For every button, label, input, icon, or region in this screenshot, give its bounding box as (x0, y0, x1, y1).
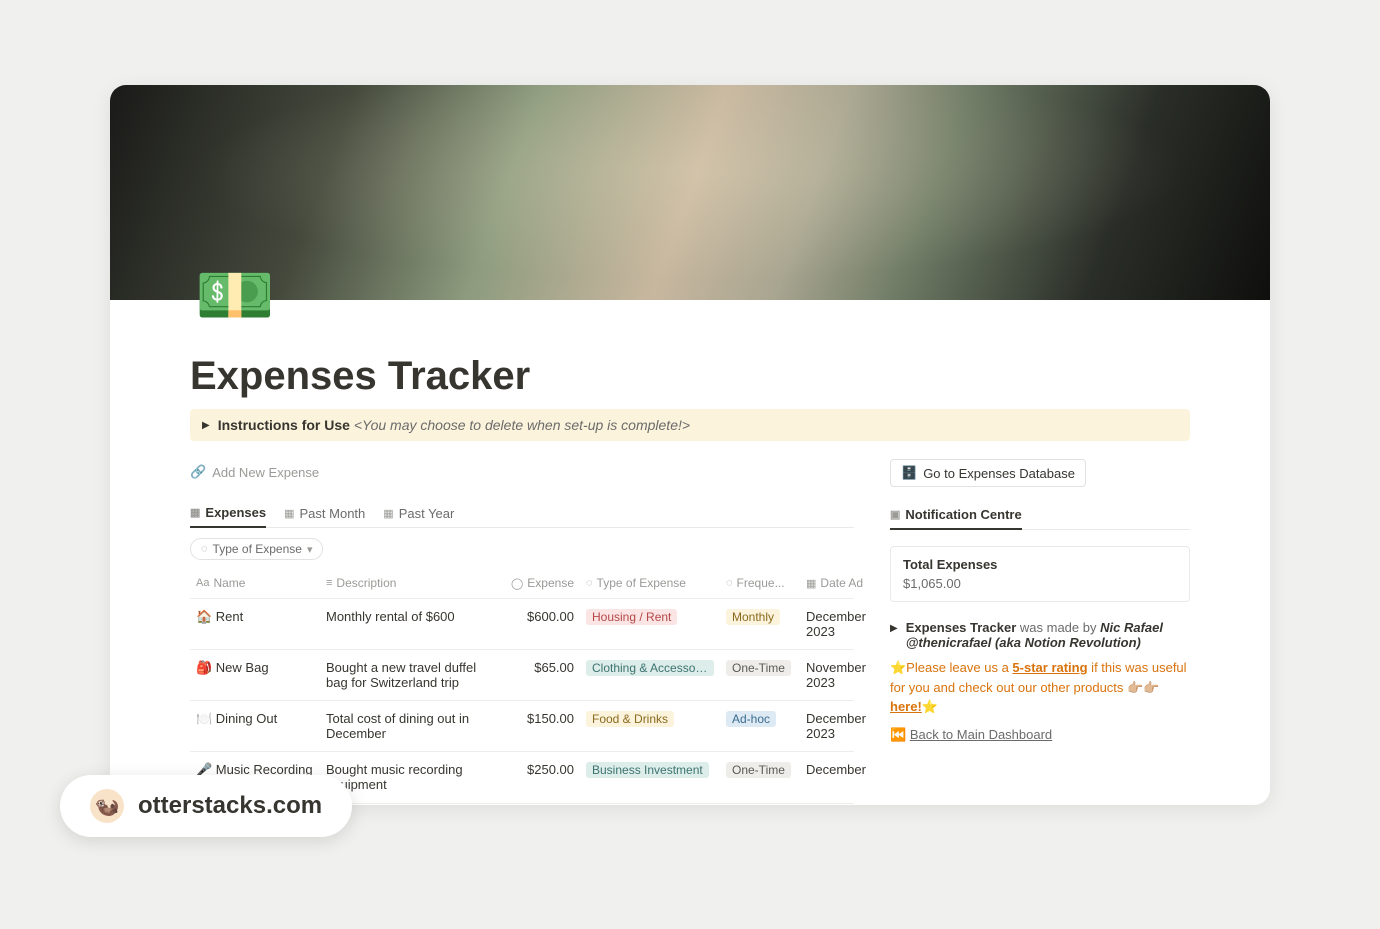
col-description[interactable]: ≡Description (320, 568, 500, 598)
cover-image: 💵 (110, 85, 1270, 300)
page-icon[interactable]: 💵 (190, 250, 280, 340)
cell-name: 🏠 Rent (190, 599, 320, 649)
cell-date: December (800, 752, 890, 803)
cell-type: Business Investment (580, 752, 720, 803)
tab-past-year[interactable]: ▦ Past Year (383, 499, 454, 527)
add-new-expense-label: Add New Expense (212, 465, 319, 480)
link-icon: 🔗 (190, 464, 206, 480)
total-value: $1,065.00 (903, 576, 1177, 591)
table-icon: ▦ (190, 506, 200, 519)
cell-frequency: One-Time (720, 650, 800, 700)
tab-past-month-label: Past Month (300, 506, 366, 521)
watermark-text: otterstacks.com (138, 792, 322, 820)
cell-expense: $65.00 (500, 650, 580, 700)
view-tabs: ▦ Expenses ▦ Past Month ▦ Past Year (190, 499, 854, 528)
board-icon: ▣ (890, 508, 900, 521)
cell-description: Bought a new travel duffel bag for Switz… (320, 650, 500, 700)
footer-sum: JM$1,065.00 (500, 804, 580, 805)
products-link[interactable]: here! (890, 699, 922, 714)
text-icon: Aa (196, 577, 209, 589)
back-link[interactable]: Back to Main Dashboard (910, 727, 1052, 742)
chevron-down-icon: ▾ (307, 543, 313, 556)
table-icon: ▦ (383, 507, 393, 520)
calendar-icon: ▦ (806, 577, 816, 590)
cell-description: Total cost of dining out in December (320, 701, 500, 751)
credit-text: Expenses Tracker was made by Nic Rafael … (906, 620, 1190, 650)
select-icon: ◌ (726, 577, 733, 589)
cell-name: 🎒 New Bag (190, 650, 320, 700)
cell-expense: $250.00 (500, 752, 580, 803)
callout-italic: <You may choose to delete when set-up is… (354, 417, 690, 433)
cell-type: Housing / Rent (580, 599, 720, 649)
filter-label: Type of Expense (213, 542, 302, 556)
cell-expense: $150.00 (500, 701, 580, 751)
go-to-database-button[interactable]: 🗄️ Go to Expenses Database (890, 459, 1086, 487)
col-type[interactable]: ◌Type of Expense (580, 568, 720, 598)
cell-expense: $600.00 (500, 599, 580, 649)
col-name[interactable]: AaName (190, 568, 320, 598)
database-icon: 🗄️ (901, 465, 917, 481)
col-frequency[interactable]: ◌Freque... (720, 568, 800, 598)
table-row[interactable]: 🏠 RentMonthly rental of $600$600.00Housi… (190, 599, 854, 650)
cell-date: December 2023 (800, 599, 890, 649)
watermark-badge[interactable]: 🦦 otterstacks.com (60, 775, 352, 837)
cell-date: November 2023 (800, 650, 890, 700)
add-new-expense-link[interactable]: 🔗 Add New Expense (190, 459, 319, 485)
credit-toggle[interactable]: ▶ Expenses Tracker was made by Nic Rafae… (890, 620, 1190, 650)
notif-tab-label: Notification Centre (905, 507, 1021, 522)
total-expenses-card[interactable]: Total Expenses $1,065.00 (890, 546, 1190, 602)
tab-past-month[interactable]: ▦ Past Month (284, 499, 365, 527)
cell-type: Food & Drinks (580, 701, 720, 751)
tab-expenses-label: Expenses (205, 505, 266, 520)
cell-frequency: Monthly (720, 599, 800, 649)
promo-text: ⭐Please leave us a 5-star rating if this… (890, 658, 1190, 717)
db-button-label: Go to Expenses Database (923, 466, 1075, 481)
money-icon: 💵 (195, 258, 275, 333)
text-icon: ≡ (326, 577, 332, 589)
instructions-callout[interactable]: ▶ Instructions for Use <You may choose t… (190, 409, 1190, 441)
table-header: AaName ≡Description ◯Expense ◌Type of Ex… (190, 568, 854, 599)
toggle-triangle-icon[interactable]: ▶ (202, 420, 210, 431)
cell-description: Monthly rental of $600 (320, 599, 500, 649)
total-label: Total Expenses (903, 557, 1177, 572)
tab-notification-centre[interactable]: ▣ Notification Centre (890, 501, 1022, 530)
col-date[interactable]: ▦Date Ad (800, 568, 890, 598)
cell-type: Clothing & Accessori... (580, 650, 720, 700)
select-icon: ◌ (586, 577, 593, 589)
table-icon: ▦ (284, 507, 294, 520)
cell-date: December 2023 (800, 701, 890, 751)
cell-name: 🍽️ Dining Out (190, 701, 320, 751)
col-expense[interactable]: ◯Expense (500, 568, 580, 598)
callout-bold: Instructions for Use (218, 417, 350, 433)
rating-link[interactable]: 5-star rating (1012, 660, 1087, 675)
tab-expenses[interactable]: ▦ Expenses (190, 499, 266, 528)
table-row[interactable]: 🎒 New BagBought a new travel duffel bag … (190, 650, 854, 701)
number-icon: ◯ (511, 577, 523, 590)
type-filter-pill[interactable]: ◌ Type of Expense ▾ (190, 538, 323, 560)
cell-frequency: One-Time (720, 752, 800, 803)
expenses-table: AaName ≡Description ◯Expense ◌Type of Ex… (190, 568, 854, 805)
cell-frequency: Ad-hoc (720, 701, 800, 751)
tab-past-year-label: Past Year (399, 506, 455, 521)
back-to-dashboard: ⏮️ Back to Main Dashboard (890, 727, 1190, 743)
rewind-icon: ⏮️ (890, 727, 906, 742)
toggle-triangle-icon[interactable]: ▶ (890, 623, 898, 650)
filter-icon: ◌ (201, 543, 208, 555)
app-window: 💵 Expenses Tracker ▶ Instructions for Us… (110, 85, 1270, 805)
page-title[interactable]: Expenses Tracker (190, 354, 1190, 399)
otter-icon: 🦦 (90, 789, 124, 823)
table-row[interactable]: 🍽️ Dining OutTotal cost of dining out in… (190, 701, 854, 752)
